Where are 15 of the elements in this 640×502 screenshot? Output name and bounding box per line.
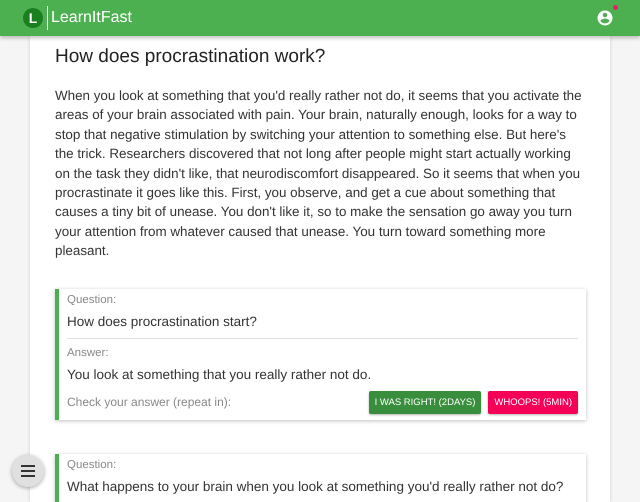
field-label: Question: [67,458,118,471]
app-title: LearnItFast [51,9,132,27]
field-label: Answer: [67,346,110,359]
question-text: How does procrastination start? [67,314,258,329]
correct-button[interactable]: I WAS RIGHT! (2DAYS) [368,390,482,414]
wrong-button[interactable]: WHOOPS! (5MIN) [488,390,578,414]
check-label: Check your answer (repeat in): [67,395,232,410]
question-text: What happens to your brain when you look at something you'd really rather not do? [67,478,564,494]
logo[interactable]: L [23,8,43,28]
article-text: When you look at something that you'd really rather not do, it seems that you activate the areas of your brain associated with pain. Your brain, naturally enough, looks for a way to stop that negative stimulation by switching your attention to something else. But here's the trick. Researchers discovered that not long after people might start actually working on the task they didn't like, that neurodiscomfort disappeared. So it seems that when you procrastinate it goes like this. First, you observe, and get a cue about something that causes a tiny bit of unease. You don't like it, so to make the sensation go away you turn your attention from whatever caused that unease. You turn toward something more pleasant. [55,87,583,260]
menu-button[interactable] [12,455,44,487]
field-label: Question: [67,294,118,306]
menu-icon [21,465,35,477]
article-heading: How does procrastination work? [55,46,326,68]
answer-text: You look at something that you really rather not do. [67,366,372,382]
